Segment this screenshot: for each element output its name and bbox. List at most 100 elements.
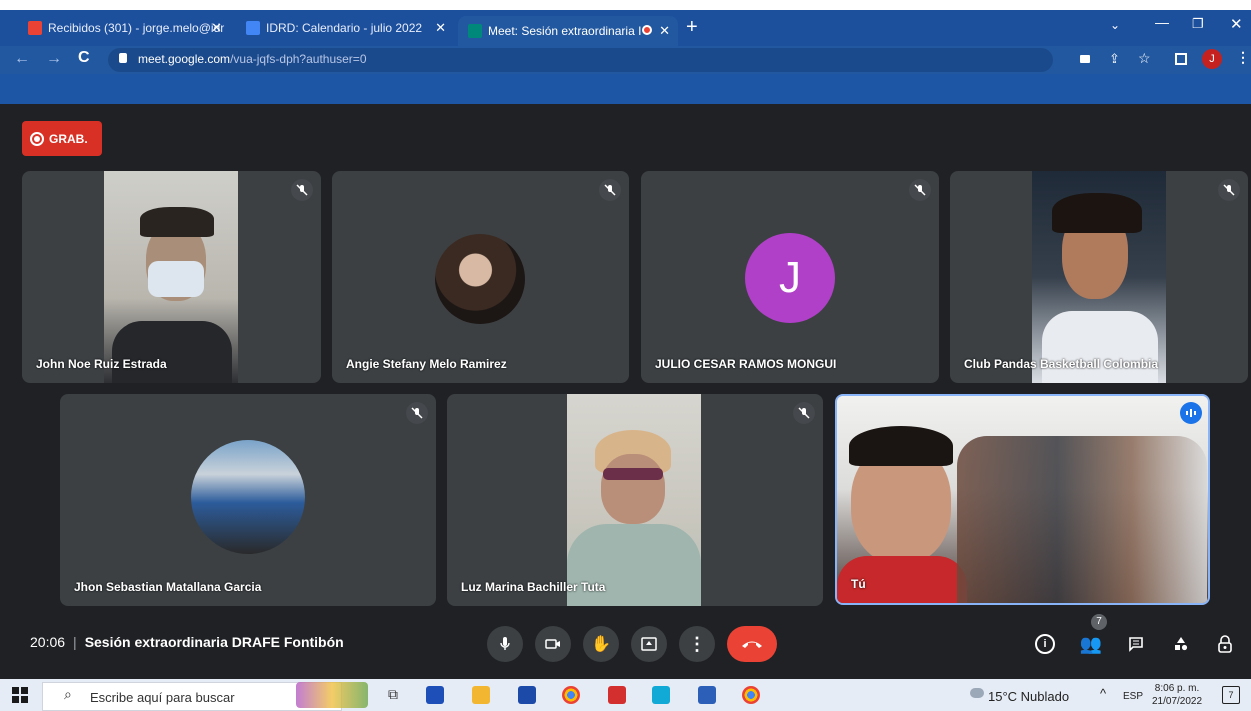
calculator-icon[interactable] xyxy=(652,686,670,704)
participant-tile[interactable]: Angie Stefany Melo Ramirez xyxy=(332,171,629,383)
more-options-button[interactable]: ⋮ xyxy=(679,626,715,662)
search-highlight-image xyxy=(296,682,368,708)
windows-start-icon[interactable] xyxy=(12,687,28,703)
participant-tile[interactable]: J JULIO CESAR RAMOS MONGUI xyxy=(641,171,939,383)
participant-video xyxy=(567,394,701,606)
side-panel-icon[interactable] xyxy=(1175,53,1187,65)
hair-shape xyxy=(140,207,214,237)
participant-tile[interactable]: Luz Marina Bachiller Tuta xyxy=(447,394,823,606)
minimize-button[interactable]: — xyxy=(1155,14,1169,30)
participant-count-badge: 7 xyxy=(1091,614,1107,630)
meeting-time: 20:06 xyxy=(30,634,66,650)
chrome-profile-icon[interactable] xyxy=(742,686,760,704)
meeting-title: Sesión extraordinaria DRAFE Fontibón xyxy=(84,634,344,650)
lock-person-icon xyxy=(1218,635,1232,653)
new-tab-button[interactable]: + xyxy=(686,16,698,39)
participant-name: Club Pandas Basketball Colombia xyxy=(964,357,1159,371)
close-window-button[interactable]: ✕ xyxy=(1230,15,1243,33)
weather-text[interactable]: 15°C Nublado xyxy=(988,689,1069,704)
weather-icon xyxy=(970,688,984,698)
group-shape xyxy=(957,436,1207,603)
participant-name: Luz Marina Bachiller Tuta xyxy=(461,580,606,594)
chrome-icon[interactable] xyxy=(562,686,580,704)
clock-time: 8:06 p. m. xyxy=(1154,683,1200,694)
tab-gmail[interactable]: Recibidos (301) - jorge.melo@idr ✕ xyxy=(18,14,230,42)
body-shape xyxy=(1042,311,1158,383)
recording-badge: GRAB. xyxy=(22,121,102,156)
clock-date: 21/07/2022 xyxy=(1152,696,1203,707)
close-icon[interactable]: ✕ xyxy=(659,23,670,39)
leave-call-button[interactable] xyxy=(727,626,777,662)
people-button[interactable]: 👥 7 xyxy=(1079,614,1107,656)
meet-icon xyxy=(468,24,482,38)
camera-button[interactable] xyxy=(535,626,571,662)
language-indicator[interactable]: ESP xyxy=(1123,691,1143,702)
activities-icon xyxy=(1175,637,1188,651)
restore-button[interactable]: ❐ xyxy=(1192,16,1204,32)
raise-hand-button[interactable]: ✋ xyxy=(583,626,619,662)
close-icon[interactable]: ✕ xyxy=(435,20,446,36)
tab-meet[interactable]: Meet: Sesión extraordinaria I ✕ xyxy=(458,16,678,46)
participant-video xyxy=(1032,171,1166,383)
recording-dot-icon xyxy=(642,25,652,35)
store-icon[interactable] xyxy=(518,686,536,704)
chevron-down-icon[interactable]: ⌄ xyxy=(1110,18,1120,32)
lock-icon xyxy=(119,53,127,63)
chat-button[interactable] xyxy=(1124,632,1148,656)
notification-icon[interactable]: 7 xyxy=(1222,686,1240,704)
mic-off-icon xyxy=(500,637,510,650)
url-text[interactable]: meet.google.com/vua-jqfs-dph?authuser=0 xyxy=(138,52,367,66)
mic-off-icon xyxy=(909,179,931,201)
profile-avatar[interactable]: J xyxy=(1202,49,1222,69)
record-icon xyxy=(30,131,44,146)
reload-icon[interactable]: C xyxy=(78,49,90,67)
taskbar-clock[interactable]: 8:06 p. m. 21/07/2022 xyxy=(1152,682,1202,708)
app-icon-taskbar[interactable] xyxy=(426,686,444,704)
participant-tile[interactable]: Jhon Sebastian Matallana Garcia xyxy=(60,394,436,606)
host-controls-button[interactable] xyxy=(1213,632,1237,656)
participant-name: Tú xyxy=(851,577,866,591)
meeting-details-button[interactable]: i xyxy=(1033,632,1057,656)
back-icon[interactable]: ← xyxy=(14,50,30,68)
participant-tile[interactable]: Club Pandas Basketball Colombia xyxy=(950,171,1248,383)
tab-calendar[interactable]: IDRD: Calendario - julio 2022 ✕ xyxy=(236,14,454,42)
calendar-icon xyxy=(246,21,260,35)
video-camera-icon xyxy=(545,639,560,649)
pdf-reader-icon[interactable] xyxy=(608,686,626,704)
gmail-icon xyxy=(28,21,42,35)
participant-video xyxy=(104,171,238,383)
present-icon xyxy=(641,637,657,651)
participant-avatar xyxy=(435,234,525,324)
star-icon[interactable]: ☆ xyxy=(1138,50,1151,67)
meeting-info: 20:06 | Sesión extraordinaria DRAFE Fontib… xyxy=(30,634,344,650)
mic-off-icon xyxy=(599,179,621,201)
recording-label: GRAB. xyxy=(49,131,88,146)
file-explorer-icon[interactable] xyxy=(472,686,490,704)
present-screen-button[interactable] xyxy=(631,626,667,662)
task-view-icon[interactable]: ⧉ xyxy=(388,686,398,703)
participant-name: John Noe Ruiz Estrada xyxy=(36,357,167,371)
face-shape xyxy=(601,454,665,524)
camera-icon[interactable] xyxy=(1080,55,1090,63)
mask-shape xyxy=(148,261,204,297)
mic-off-icon xyxy=(291,179,313,201)
people-icon: 👥 xyxy=(1079,633,1103,654)
more-menu-icon[interactable]: ⋮ xyxy=(1236,49,1250,66)
activities-button[interactable] xyxy=(1169,632,1193,656)
participant-name: Angie Stefany Melo Ramirez xyxy=(346,357,507,371)
participant-tile-self[interactable]: Tú xyxy=(835,394,1210,605)
tab-label: Recibidos (301) - jorge.melo@idr xyxy=(48,21,225,35)
hang-up-icon xyxy=(742,641,762,648)
participant-name: JULIO CESAR RAMOS MONGUI xyxy=(655,357,837,371)
hair-shape xyxy=(1052,193,1142,233)
microphone-button[interactable] xyxy=(487,626,523,662)
word-icon[interactable] xyxy=(698,686,716,704)
participant-tile[interactable]: John Noe Ruiz Estrada xyxy=(22,171,321,383)
share-icon[interactable]: ⇪ xyxy=(1109,51,1120,67)
forward-icon[interactable]: → xyxy=(46,50,62,68)
participant-initial-avatar: J xyxy=(745,233,835,323)
self-video xyxy=(837,396,1208,603)
close-icon[interactable]: ✕ xyxy=(211,20,222,36)
tab-bar: Recibidos (301) - jorge.melo@idr ✕ IDRD:… xyxy=(0,10,1251,46)
chevron-up-icon[interactable]: ^ xyxy=(1100,686,1106,701)
